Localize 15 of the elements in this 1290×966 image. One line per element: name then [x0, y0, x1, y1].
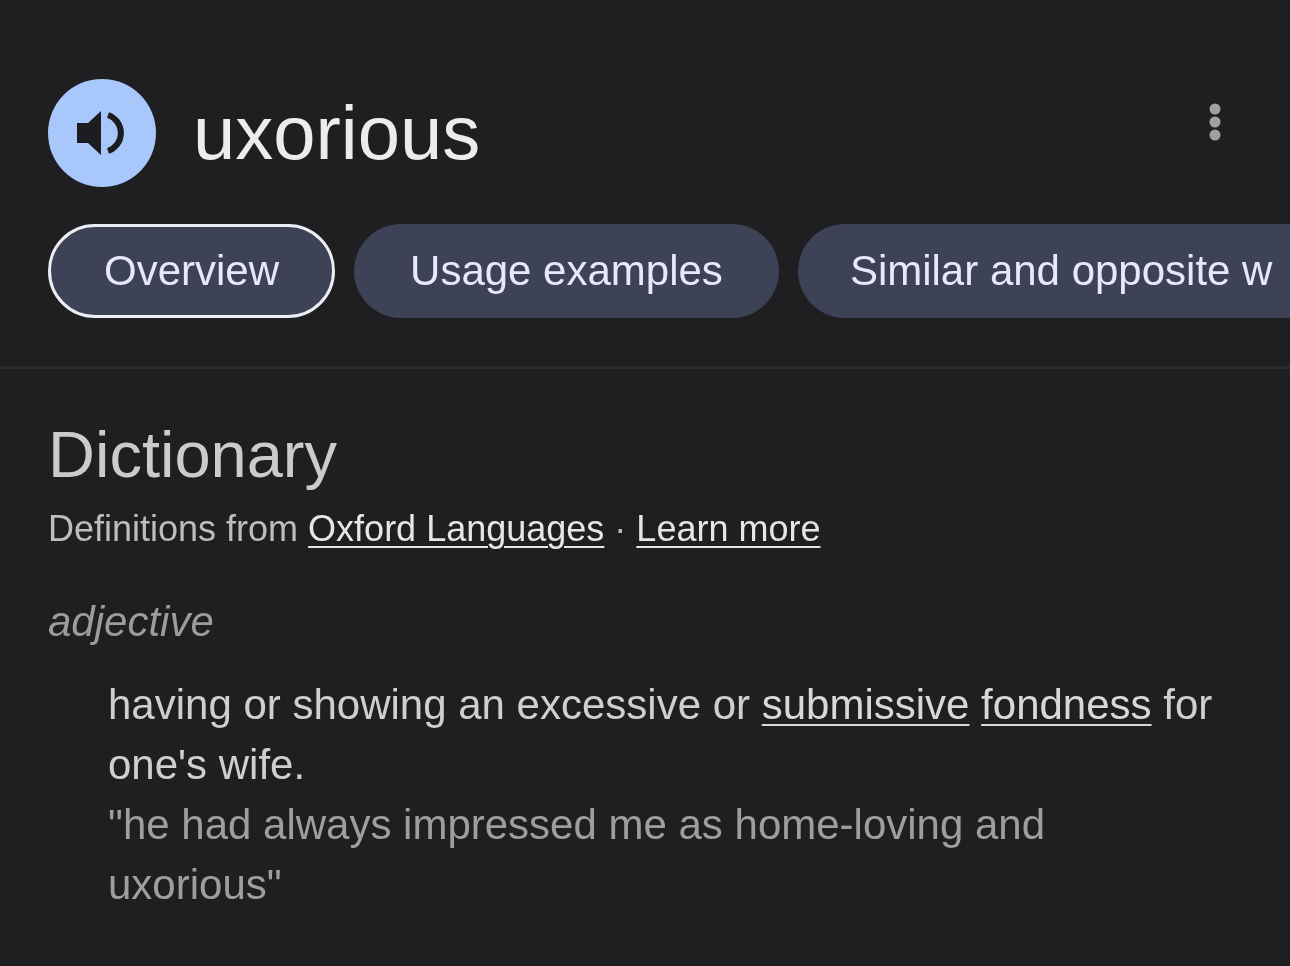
tab[interactable]: Similar and opposite w [797, 224, 1290, 318]
source-line: Definitions from Oxford Languages · Learn more [48, 508, 822, 550]
part-of-speech-label: adjective [48, 598, 215, 646]
example-sentence: "he had always impressed me as home-loving and uxorious" [108, 800, 1047, 910]
more-options-icon[interactable] [1209, 103, 1221, 141]
speaker-icon[interactable] [48, 79, 156, 187]
tab[interactable]: Usage examples [354, 224, 779, 318]
source-link[interactable]: Learn more [636, 508, 821, 549]
section-heading: Dictionary [48, 417, 338, 493]
definition-text: having or showing an excessive or submissive fondness for one's wife. [108, 680, 1214, 790]
source-link[interactable]: Oxford Languages [308, 508, 605, 549]
word-link[interactable]: fondness [981, 681, 1152, 728]
tab[interactable]: Overview [48, 224, 336, 318]
word-link[interactable]: submissive [761, 681, 970, 728]
headword-title: uxorious [193, 95, 481, 171]
